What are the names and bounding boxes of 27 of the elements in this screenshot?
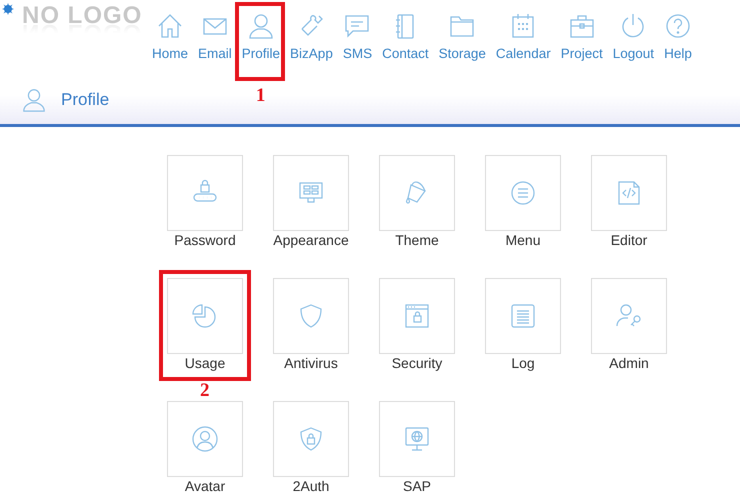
tile-label: Log xyxy=(511,355,535,372)
tile-label: Usage xyxy=(184,355,226,372)
callout-number: 2 xyxy=(200,381,210,400)
tile-label: Editor xyxy=(610,232,648,249)
nav-item[interactable]: Contact xyxy=(382,12,429,61)
page-title: Profile xyxy=(61,90,110,110)
tile-label: 2Auth xyxy=(292,478,330,495)
nav-item[interactable]: Help xyxy=(664,12,692,61)
tile-label: Menu xyxy=(505,232,541,249)
nav-item[interactable]: SMS xyxy=(342,12,372,61)
callout-number: 1 xyxy=(256,86,266,105)
tile-label: Admin xyxy=(609,355,649,372)
tile-label: Theme xyxy=(395,232,439,249)
nav-item[interactable]: BizApp xyxy=(290,12,333,61)
tile-label: Antivirus xyxy=(284,355,338,372)
nav-item[interactable]: Storage xyxy=(438,12,486,61)
tile-label: Appearance xyxy=(273,232,349,249)
tile-label: SAP xyxy=(402,478,431,495)
nav-item[interactable]: Logout xyxy=(612,12,654,61)
nav-item[interactable]: Project xyxy=(560,12,603,61)
tile-label: Security xyxy=(392,355,442,372)
tile-label: Password xyxy=(174,232,236,249)
nav-item[interactable]: Profile xyxy=(242,12,280,61)
nav-item[interactable]: Calendar xyxy=(496,12,551,61)
nav-item[interactable]: Home xyxy=(152,12,188,61)
tile-label: Avatar xyxy=(184,478,226,495)
nav-item[interactable]: Email xyxy=(198,12,232,61)
